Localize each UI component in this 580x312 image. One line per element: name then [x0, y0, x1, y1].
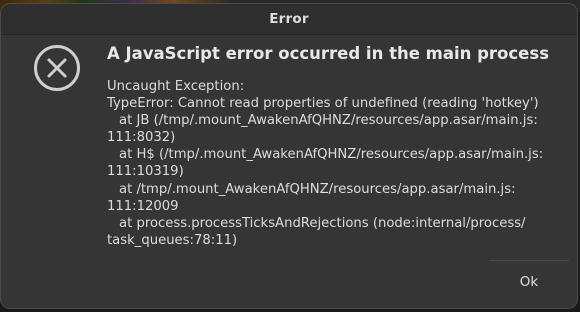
dialog-titlebar[interactable]: Error — [1, 4, 577, 35]
message-line: at /tmp/.mount_AwakenAfQHNZ/resources/ap… — [119, 181, 516, 197]
message-line: Uncaught Exception: — [107, 79, 245, 94]
message-line: at process.processTicksAndRejections (no… — [119, 215, 526, 231]
ok-button[interactable]: Ok — [489, 261, 569, 303]
message-line: at JB (/tmp/.mount_AwakenAfQHNZ/resource… — [119, 113, 538, 129]
error-message: Uncaught Exception: TypeError: Cannot re… — [107, 78, 562, 249]
error-heading: A JavaScript error occurred in the main … — [107, 44, 550, 63]
dialog-title: Error — [269, 11, 309, 27]
message-line: 111:8032) — [107, 130, 176, 146]
message-line: task_queues:78:11) — [107, 232, 238, 248]
error-circle-x-icon — [33, 44, 81, 92]
message-line: 111:12009 — [107, 198, 179, 214]
message-line: at H$ (/tmp/.mount_AwakenAfQHNZ/resource… — [119, 147, 544, 163]
error-dialog: Error A JavaScript error occurred in the… — [0, 3, 578, 309]
message-line: 111:10319) — [107, 164, 184, 180]
message-line: TypeError: Cannot read properties of und… — [107, 96, 539, 112]
